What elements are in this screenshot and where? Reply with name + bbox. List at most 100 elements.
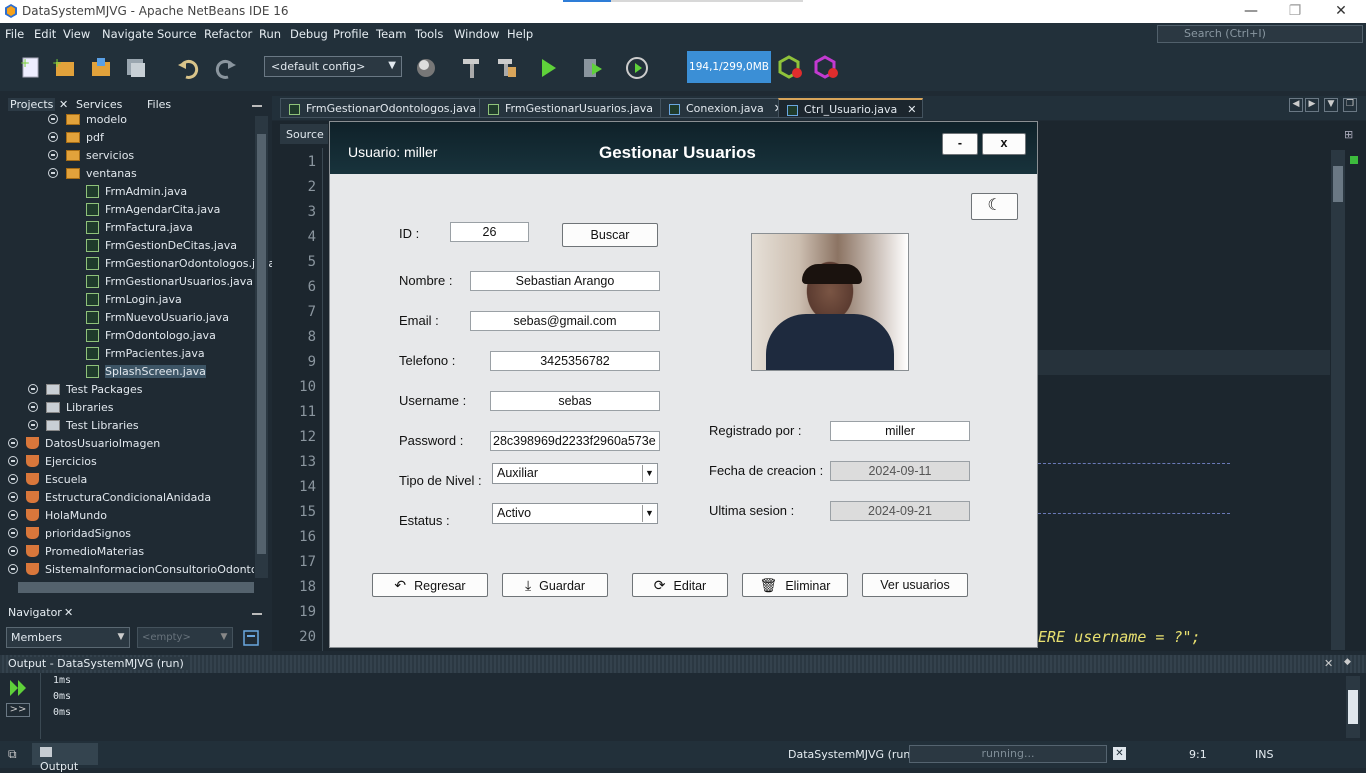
expand-icon[interactable] bbox=[8, 528, 18, 538]
expand-icon[interactable] bbox=[8, 438, 18, 448]
menu-run[interactable]: Run bbox=[259, 27, 281, 41]
tree-test-libraries[interactable]: Test Libraries bbox=[28, 419, 142, 437]
maximize-editor-icon[interactable]: ❐ bbox=[1343, 98, 1357, 112]
scroll-tabs-left-icon[interactable]: ◀ bbox=[1289, 98, 1303, 112]
globe-icon[interactable] bbox=[414, 55, 440, 81]
close-dialog-button[interactable]: x bbox=[982, 133, 1026, 155]
tree-package-modelo[interactable]: modelo bbox=[48, 113, 137, 131]
tree-project[interactable]: SistemaInformacionConsultorioOdontologic… bbox=[8, 563, 254, 581]
minimize-button[interactable]: — bbox=[1228, 0, 1274, 23]
scroll-tabs-right-icon[interactable]: ▶ bbox=[1305, 98, 1319, 112]
memory-indicator[interactable]: 194,1/299,0MB bbox=[687, 51, 771, 83]
new-file-icon[interactable]: + bbox=[18, 55, 44, 81]
scroll-thumb[interactable] bbox=[257, 134, 266, 554]
more-actions-icon[interactable]: >> bbox=[6, 703, 30, 717]
save-all-icon[interactable] bbox=[123, 55, 149, 81]
telefono-field[interactable]: 3425356782 bbox=[490, 351, 660, 371]
tree-file[interactable]: FrmFactura.java bbox=[86, 221, 275, 239]
menu-source[interactable]: Source bbox=[157, 27, 197, 41]
close-icon[interactable]: ✕ bbox=[1324, 657, 1333, 670]
editor-tab[interactable]: FrmGestionarOdontologos.java✕ bbox=[280, 98, 503, 118]
menu-profile[interactable]: Profile bbox=[333, 27, 369, 41]
nivel-select[interactable]: Auxiliar ▼ bbox=[492, 463, 658, 484]
tree-package-ventanas[interactable]: ventanas bbox=[48, 167, 137, 185]
split-editor-icon[interactable]: ⊞ bbox=[1344, 128, 1353, 141]
undo-icon[interactable] bbox=[176, 55, 202, 81]
menu-view[interactable]: View bbox=[63, 27, 90, 41]
password-field[interactable]: 28c398969d2233f2960a573e bbox=[490, 431, 660, 451]
tab-list-icon[interactable]: ▼ bbox=[1324, 98, 1338, 112]
tree-libraries[interactable]: Libraries bbox=[28, 401, 142, 419]
expand-icon[interactable] bbox=[8, 510, 18, 520]
navigator-title[interactable]: Navigator bbox=[8, 606, 62, 619]
menu-team[interactable]: Team bbox=[376, 27, 406, 41]
search-input[interactable]: Search (Ctrl+I) bbox=[1157, 25, 1363, 43]
editor-tab-active[interactable]: Ctrl_Usuario.java ✕ bbox=[778, 98, 924, 118]
tree-project[interactable]: Ejercicios bbox=[8, 455, 254, 473]
rerun-icon[interactable] bbox=[8, 678, 30, 698]
menu-navigate[interactable]: Navigate bbox=[102, 27, 154, 41]
clean-build-icon[interactable] bbox=[494, 55, 520, 81]
expand-icon[interactable] bbox=[28, 420, 38, 430]
menu-help[interactable]: Help bbox=[507, 27, 533, 41]
restore-button[interactable]: ❐ bbox=[1272, 0, 1318, 23]
tree-file-selected[interactable]: SplashScreen.java bbox=[86, 365, 275, 383]
tree-file[interactable]: FrmGestionarUsuarios.java bbox=[86, 275, 275, 293]
minimize-panel-icon[interactable] bbox=[252, 105, 262, 107]
editor-tab[interactable]: FrmGestionarUsuarios.java✕ bbox=[479, 98, 680, 118]
close-icon[interactable]: ✕ bbox=[907, 103, 916, 116]
tree-project[interactable]: PromedioMaterias bbox=[8, 545, 254, 563]
menu-file[interactable]: File bbox=[5, 27, 24, 41]
editar-button[interactable]: ⟳ Editar bbox=[632, 573, 728, 597]
run-icon[interactable] bbox=[536, 55, 562, 81]
regresar-button[interactable]: ↶ Regresar bbox=[372, 573, 488, 597]
expand-icon[interactable] bbox=[8, 474, 18, 484]
expand-icon[interactable] bbox=[8, 546, 18, 556]
tree-file[interactable]: FrmLogin.java bbox=[86, 293, 275, 311]
username-field[interactable]: sebas bbox=[490, 391, 660, 411]
cancel-process-icon[interactable]: ✕ bbox=[1113, 747, 1126, 760]
tree-package-servicios[interactable]: servicios bbox=[48, 149, 137, 167]
editor-vertical-scrollbar[interactable] bbox=[1331, 150, 1345, 650]
tree-horizontal-scrollbar[interactable] bbox=[18, 582, 254, 593]
ver-usuarios-button[interactable]: Ver usuarios bbox=[862, 573, 968, 597]
tree-file[interactable]: FrmPacientes.java bbox=[86, 347, 275, 365]
output-scrollbar[interactable] bbox=[1346, 676, 1360, 738]
expand-icon[interactable] bbox=[48, 114, 58, 124]
tab-files[interactable]: Files bbox=[147, 98, 171, 111]
registrado-field[interactable]: miller bbox=[830, 421, 970, 441]
build-hammer-icon[interactable] bbox=[459, 55, 485, 81]
tree-vertical-scrollbar[interactable] bbox=[255, 116, 268, 578]
minimize-dialog-button[interactable]: - bbox=[942, 133, 978, 155]
tree-project[interactable]: HolaMundo bbox=[8, 509, 254, 527]
expand-icon[interactable] bbox=[8, 492, 18, 502]
menu-edit[interactable]: Edit bbox=[34, 27, 56, 41]
expand-icon[interactable] bbox=[28, 384, 38, 394]
editor-tab[interactable]: Conexion.java✕ bbox=[660, 98, 790, 118]
members-select[interactable]: Members ▼ bbox=[6, 627, 130, 648]
menu-tools[interactable]: Tools bbox=[415, 27, 443, 41]
menu-refactor[interactable]: Refactor bbox=[204, 27, 252, 41]
close-icon[interactable]: ✕ bbox=[64, 606, 73, 619]
buscar-button[interactable]: Buscar bbox=[562, 223, 658, 247]
minimize-panel-icon[interactable] bbox=[252, 613, 262, 615]
estatus-select[interactable]: Activo ▼ bbox=[492, 503, 658, 524]
tree-test-packages[interactable]: Test Packages bbox=[28, 383, 142, 401]
tab-projects[interactable]: Projects bbox=[8, 98, 56, 111]
source-tab[interactable]: Source bbox=[280, 124, 328, 144]
tree-file[interactable]: FrmGestionDeCitas.java bbox=[86, 239, 275, 257]
restore-windows-icon[interactable]: ⧉ bbox=[8, 747, 17, 762]
empty-select[interactable]: <empty> ▼ bbox=[137, 627, 233, 648]
config-select[interactable]: <default config> ▼ bbox=[264, 56, 402, 77]
gc-icon[interactable] bbox=[778, 55, 804, 81]
profile-icon[interactable] bbox=[625, 55, 651, 81]
collapse-icon[interactable] bbox=[48, 168, 58, 178]
tree-file[interactable]: FrmAdmin.java bbox=[86, 185, 275, 203]
expand-icon[interactable] bbox=[28, 402, 38, 412]
email-field[interactable]: sebas@gmail.com bbox=[470, 311, 660, 331]
tree-project[interactable]: Escuela bbox=[8, 473, 254, 491]
nombre-field[interactable]: Sebastian Arango bbox=[470, 271, 660, 291]
tree-project[interactable]: DatosUsuarioImagen bbox=[8, 437, 254, 455]
open-project-icon[interactable] bbox=[88, 55, 114, 81]
scroll-thumb[interactable] bbox=[1333, 166, 1343, 202]
